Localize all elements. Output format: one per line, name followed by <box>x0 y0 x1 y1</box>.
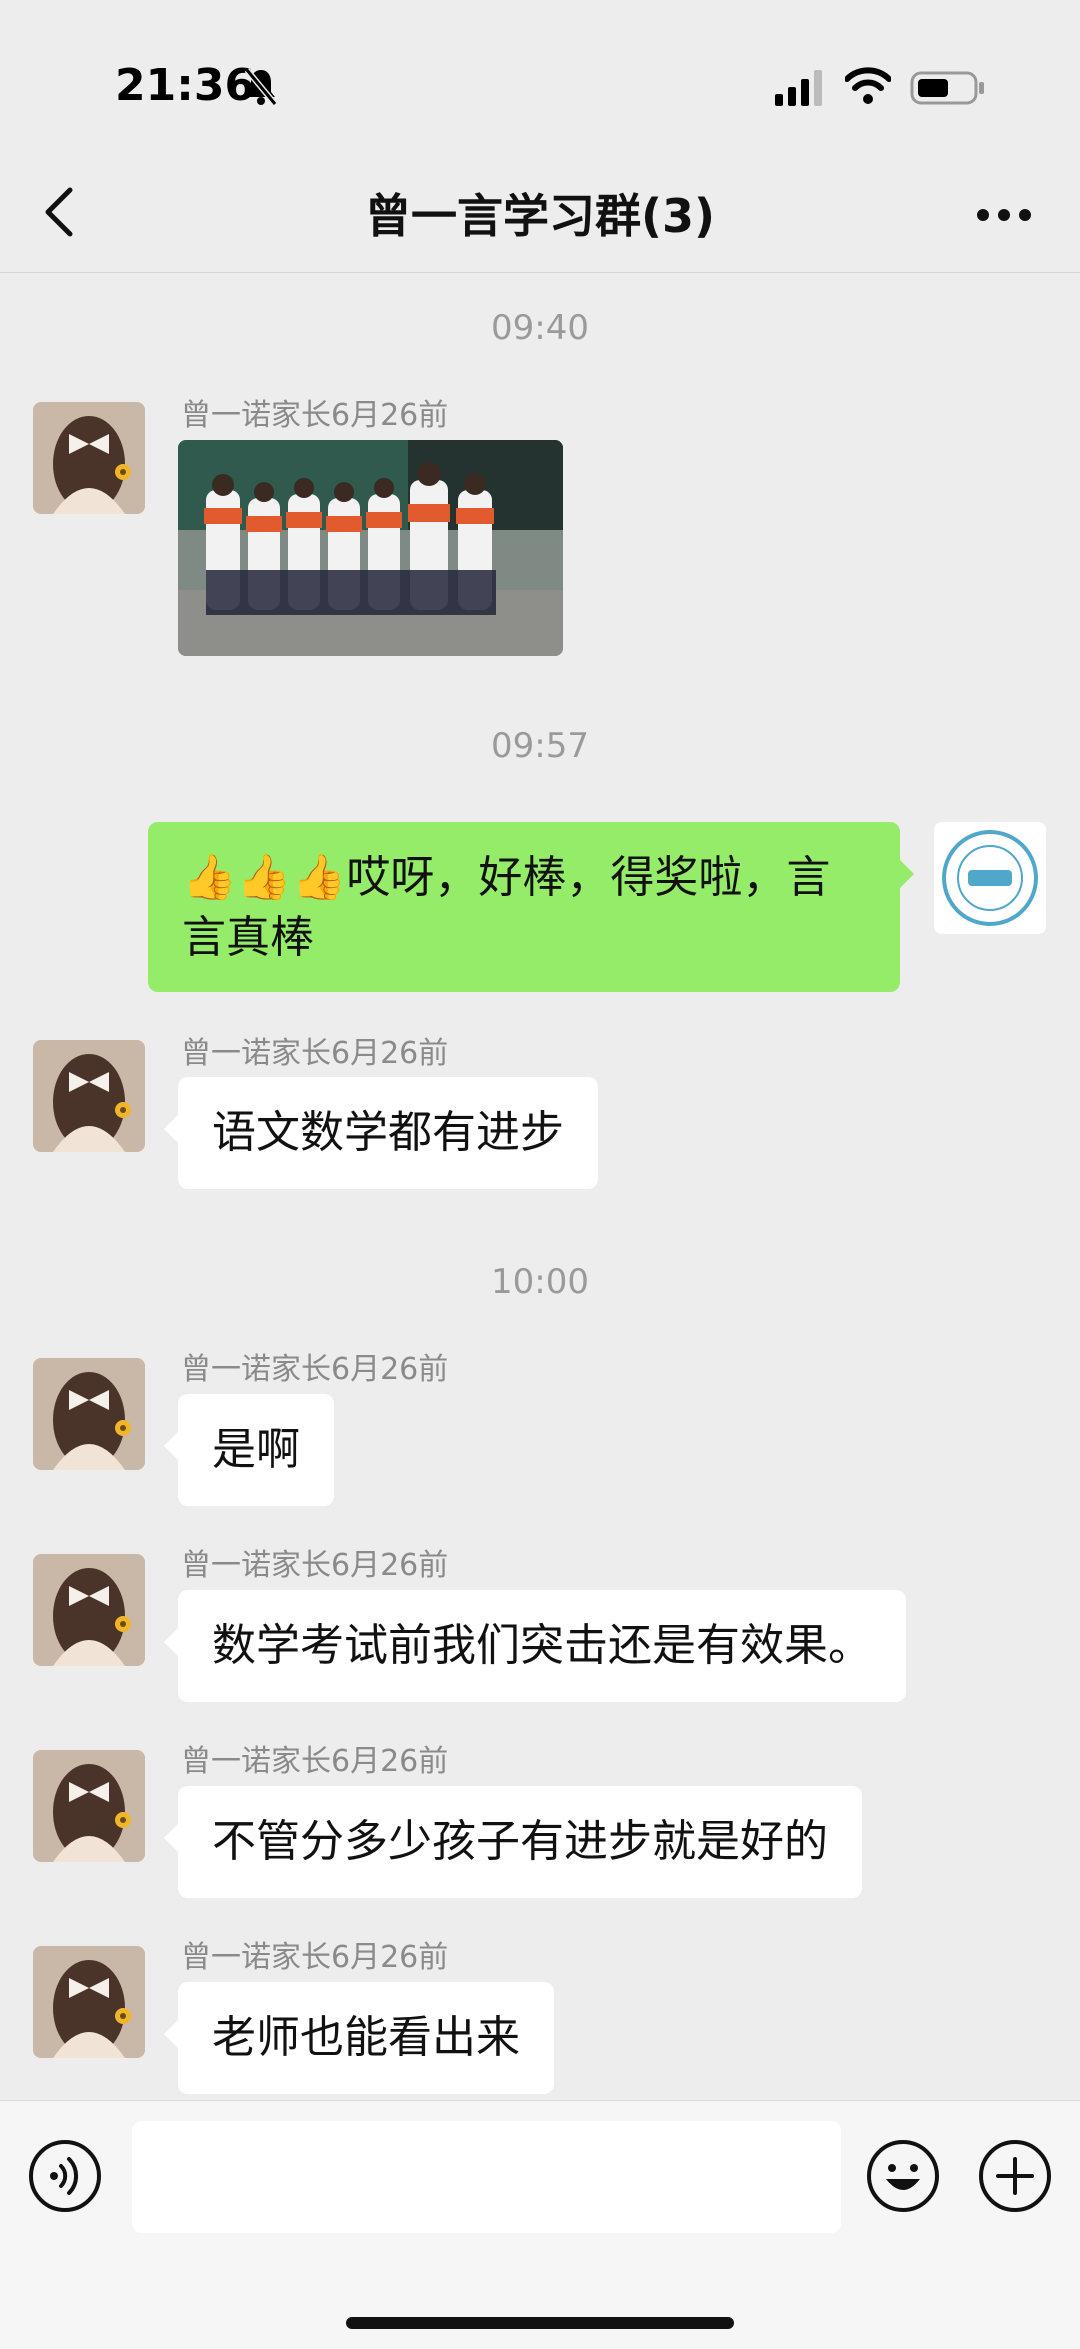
avatar[interactable] <box>33 402 145 514</box>
plus-icon[interactable] <box>978 2139 1052 2213</box>
message-bubble[interactable]: 是啊 <box>164 1394 334 1506</box>
timestamp: 10:00 <box>491 1262 589 1302</box>
sender-name: 曾一诺家长6月26前 <box>181 398 449 433</box>
chat-header: 曾一言学习群(3) <box>0 150 1080 273</box>
sender-name: 曾一诺家长6月26前 <box>181 1940 449 1975</box>
message-bubble[interactable]: 数学考试前我们突击还是有效果。 <box>164 1590 906 1702</box>
wifi-icon <box>845 67 891 104</box>
message-bubble-self[interactable]: 👍👍👍哎呀，好棒，得奖啦，言言真棒 <box>148 822 914 992</box>
status-time: 21:36 <box>115 60 256 111</box>
message-bubble[interactable]: 不管分多少孩子有进步就是好的 <box>164 1786 862 1898</box>
mute-bell-icon <box>244 68 278 106</box>
message-list[interactable]: 09:40 曾一诺家长6月26前 09:57 👍👍👍哎呀，好棒，得奖啦，言言真棒… <box>0 272 1080 2100</box>
avatar[interactable] <box>33 1358 145 1470</box>
sender-name: 曾一诺家长6月26前 <box>181 1352 449 1387</box>
sender-name: 曾一诺家长6月26前 <box>181 1036 449 1071</box>
timestamp: 09:40 <box>491 308 589 348</box>
message-input[interactable] <box>132 2121 841 2233</box>
chat-title: 曾一言学习群(3) <box>364 189 716 243</box>
avatar[interactable] <box>33 1040 145 1152</box>
timestamp: 09:57 <box>491 726 589 766</box>
avatar[interactable] <box>33 1750 145 1862</box>
voice-icon[interactable] <box>28 2139 102 2213</box>
sender-name: 曾一诺家长6月26前 <box>181 1744 449 1779</box>
emoji-icon[interactable] <box>866 2139 940 2213</box>
avatar[interactable] <box>33 1946 145 2058</box>
image-message[interactable] <box>178 440 563 656</box>
input-bar <box>0 2100 1080 2349</box>
status-bar: 21:36 <box>0 0 1080 150</box>
message-bubble[interactable]: 语文数学都有进步 <box>164 1077 598 1189</box>
more-icon[interactable] <box>976 208 1032 222</box>
avatar[interactable] <box>33 1554 145 1666</box>
sender-name: 曾一诺家长6月26前 <box>181 1548 449 1583</box>
battery-icon <box>910 71 984 105</box>
home-indicator <box>346 2317 734 2329</box>
message-bubble[interactable]: 老师也能看出来 <box>164 1982 554 2094</box>
signal-icon <box>775 70 822 106</box>
avatar-self[interactable] <box>934 822 1046 934</box>
